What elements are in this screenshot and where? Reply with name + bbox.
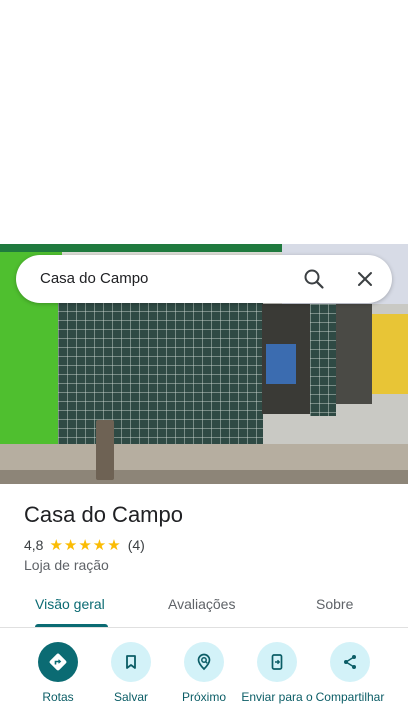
send-to-phone-label: Enviar para o — [241, 690, 313, 704]
save-label: Salvar — [113, 690, 148, 704]
tab-bar: Visão geral Avaliações Sobre — [0, 584, 408, 628]
photo-post — [96, 420, 114, 480]
bookmark-icon — [111, 642, 151, 682]
place-category: Loja de ração — [24, 557, 109, 573]
nearby-button[interactable]: Próximo — [166, 642, 242, 704]
share-icon — [330, 642, 370, 682]
place-title: Casa do Campo — [24, 502, 183, 527]
share-button[interactable]: Compartilhar — [312, 642, 388, 704]
search-icon[interactable] — [302, 267, 326, 291]
close-icon[interactable] — [353, 267, 377, 291]
tab-reviews[interactable]: Avaliações — [168, 596, 235, 612]
photo-tile-wall — [58, 302, 263, 452]
send-to-phone-icon — [257, 642, 297, 682]
photo-roof — [0, 244, 282, 252]
rating-row[interactable]: 4,8 ★★★★★ (4) — [24, 537, 145, 554]
search-bar[interactable]: Casa do Campo — [16, 255, 392, 303]
rating-stars: ★★★★★ — [49, 537, 122, 554]
save-button[interactable]: Salvar — [93, 642, 169, 704]
send-to-phone-button[interactable]: Enviar para o — [239, 642, 315, 704]
map-blank-area — [0, 0, 408, 244]
rating-value: 4,8 — [24, 537, 44, 553]
share-label: Compartilhar — [315, 690, 385, 704]
tab-overview[interactable]: Visão geral — [35, 596, 105, 612]
directions-label: Rotas — [42, 690, 74, 704]
action-bar: Rotas Salvar Próximo Enviar para o Compa… — [0, 640, 408, 726]
review-count[interactable]: (4) — [128, 537, 145, 553]
tab-indicator — [35, 624, 108, 627]
photo-curb — [0, 470, 408, 484]
directions-button[interactable]: Rotas — [20, 642, 96, 704]
nearby-label: Próximo — [181, 690, 226, 704]
photo-yellow-wall — [372, 314, 408, 394]
tab-about[interactable]: Sobre — [316, 596, 353, 612]
nearby-icon — [184, 642, 224, 682]
photo-store-goods — [266, 344, 296, 384]
photo-store-interior-2 — [336, 304, 372, 404]
photo-tile-column — [310, 304, 336, 416]
directions-icon — [38, 642, 78, 682]
search-input[interactable]: Casa do Campo — [40, 270, 148, 287]
